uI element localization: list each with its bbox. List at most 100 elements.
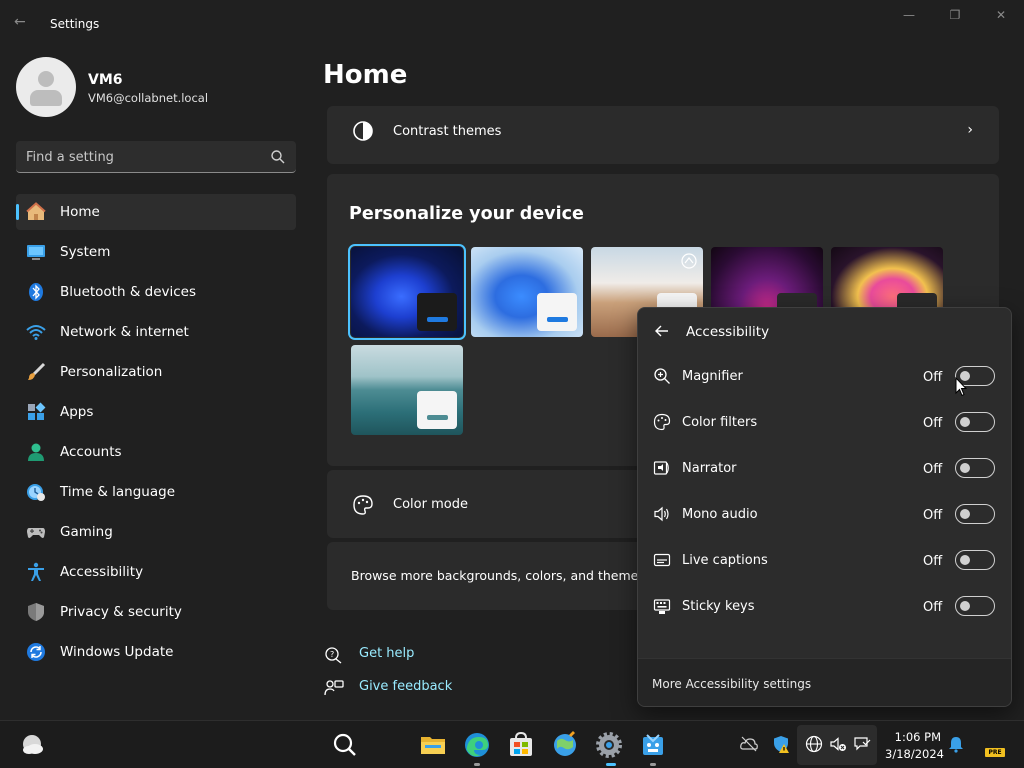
active-indicator: [606, 763, 616, 766]
sidebar-item-windows-update[interactable]: Windows Update: [16, 634, 296, 670]
give-feedback-label: Give feedback: [359, 679, 453, 694]
app-icon[interactable]: [639, 731, 667, 759]
shield-icon: [28, 603, 44, 621]
settings-gear-icon[interactable]: [595, 731, 623, 759]
mono-audio-row: Mono audio Off: [638, 493, 1011, 539]
system-icon: [27, 245, 45, 260]
live-captions-row: Live captions Off: [638, 539, 1011, 585]
search-icon[interactable]: [331, 731, 359, 759]
restore-button[interactable]: ❐: [941, 8, 969, 28]
weather-icon[interactable]: [18, 731, 46, 759]
narrator-toggle[interactable]: [955, 458, 995, 478]
mono-audio-state: Off: [923, 508, 943, 523]
theme-thumbnail[interactable]: [351, 345, 463, 435]
chat-status-icon: [854, 737, 871, 751]
sidebar-item-accounts[interactable]: Accounts: [16, 434, 296, 470]
sidebar-item-label: Privacy & security: [60, 604, 182, 620]
spotlight-icon: [681, 253, 697, 269]
clock-time[interactable]: 1:06 PM: [885, 730, 941, 744]
narrator-row: Narrator Off: [638, 447, 1011, 493]
store-icon[interactable]: [507, 731, 535, 759]
search-box[interactable]: [16, 141, 296, 173]
sidebar-item-label: Bluetooth & devices: [60, 284, 197, 300]
sidebar-item-label: Personalization: [60, 364, 163, 380]
file-explorer-icon[interactable]: [419, 731, 447, 759]
theme-thumbnail[interactable]: [471, 247, 583, 337]
sidebar-item-time-language[interactable]: Time & language: [16, 474, 296, 510]
sticky-keys-icon: [653, 599, 671, 614]
user-name: VM6: [88, 72, 123, 88]
color-filters-toggle[interactable]: [955, 412, 995, 432]
search-input[interactable]: [26, 147, 256, 167]
theme-thumbnail[interactable]: [348, 244, 466, 340]
sidebar-item-label: Accounts: [60, 444, 122, 460]
sidebar-item-home[interactable]: Home: [16, 194, 296, 230]
browse-themes-label: Browse more backgrounds, colors, and the…: [351, 568, 645, 583]
mono-audio-toggle[interactable]: [955, 504, 995, 524]
accounts-icon: [28, 443, 44, 461]
narrator-label: Narrator: [682, 461, 737, 476]
live-captions-toggle[interactable]: [955, 550, 995, 570]
magnifier-icon: [654, 368, 670, 384]
sidebar-item-label: Apps: [60, 404, 94, 420]
sticky-keys-label: Sticky keys: [682, 599, 755, 614]
get-help-label: Get help: [359, 646, 415, 661]
globe-network-icon: [805, 735, 823, 753]
contrast-themes-row[interactable]: Contrast themes ›: [327, 106, 999, 164]
bluetooth-icon: [29, 283, 43, 301]
search-icon[interactable]: [270, 149, 286, 165]
color-filters-icon: [653, 413, 671, 431]
sidebar-item-label: Network & internet: [60, 324, 189, 340]
magnifier-state: Off: [923, 370, 943, 385]
preview-build-badge: PRE: [985, 748, 1005, 757]
color-filters-row: Color filters Off: [638, 401, 1011, 447]
running-indicator: [650, 763, 656, 766]
notification-bell-icon[interactable]: [947, 735, 965, 753]
flyout-footer: More Accessibility settings: [638, 658, 1011, 706]
minimize-button[interactable]: —: [895, 8, 923, 28]
flyout-back-button[interactable]: [654, 323, 670, 339]
accessibility-icon: [28, 562, 44, 581]
cloud-offline-icon[interactable]: [740, 735, 758, 753]
sidebar-item-network[interactable]: Network & internet: [16, 314, 296, 350]
sidebar-item-accessibility[interactable]: Accessibility: [16, 554, 296, 590]
wifi-icon: [26, 325, 46, 340]
system-tray-group[interactable]: [797, 725, 877, 765]
home-icon: [26, 202, 46, 220]
sidebar-item-system[interactable]: System: [16, 234, 296, 270]
security-warning-icon[interactable]: [772, 735, 790, 753]
back-button[interactable]: ←: [14, 14, 34, 34]
update-icon: [27, 643, 45, 661]
volume-muted-icon: [830, 737, 846, 751]
page-title: Home: [323, 60, 408, 90]
sidebar-item-privacy[interactable]: Privacy & security: [16, 594, 296, 630]
mouse-cursor-icon: [955, 377, 967, 397]
sidebar-nav: Home System Bluetooth & devices Network …: [16, 194, 296, 674]
sidebar-item-personalization[interactable]: Personalization: [16, 354, 296, 390]
clock-date[interactable]: 3/18/2024: [885, 747, 944, 761]
app-title: Settings: [50, 17, 100, 31]
maps-app-icon[interactable]: [551, 731, 579, 759]
color-mode-label: Color mode: [393, 497, 468, 512]
chevron-right-icon: ›: [967, 122, 973, 138]
edge-icon[interactable]: [463, 731, 491, 759]
narrator-icon: [653, 461, 669, 475]
accessibility-flyout: Accessibility Magnifier Off Color filter…: [637, 307, 1012, 707]
color-filters-state: Off: [923, 416, 943, 431]
sidebar-item-label: Home: [60, 204, 100, 220]
sidebar-item-label: Accessibility: [60, 564, 144, 580]
contrast-themes-label: Contrast themes: [393, 124, 502, 139]
help-icon: ?: [325, 647, 342, 664]
sidebar-item-apps[interactable]: Apps: [16, 394, 296, 430]
close-button[interactable]: ✕: [987, 8, 1015, 28]
more-accessibility-settings-link[interactable]: More Accessibility settings: [652, 677, 811, 691]
sidebar-item-bluetooth[interactable]: Bluetooth & devices: [16, 274, 296, 310]
mono-audio-icon: [654, 506, 669, 522]
magnifier-label: Magnifier: [682, 369, 743, 384]
avatar[interactable]: [16, 57, 76, 117]
sticky-keys-toggle[interactable]: [955, 596, 995, 616]
feedback-icon: [324, 680, 344, 696]
gamepad-icon: [27, 528, 45, 538]
sidebar-item-gaming[interactable]: Gaming: [16, 514, 296, 550]
svg-text:?: ?: [330, 650, 334, 659]
